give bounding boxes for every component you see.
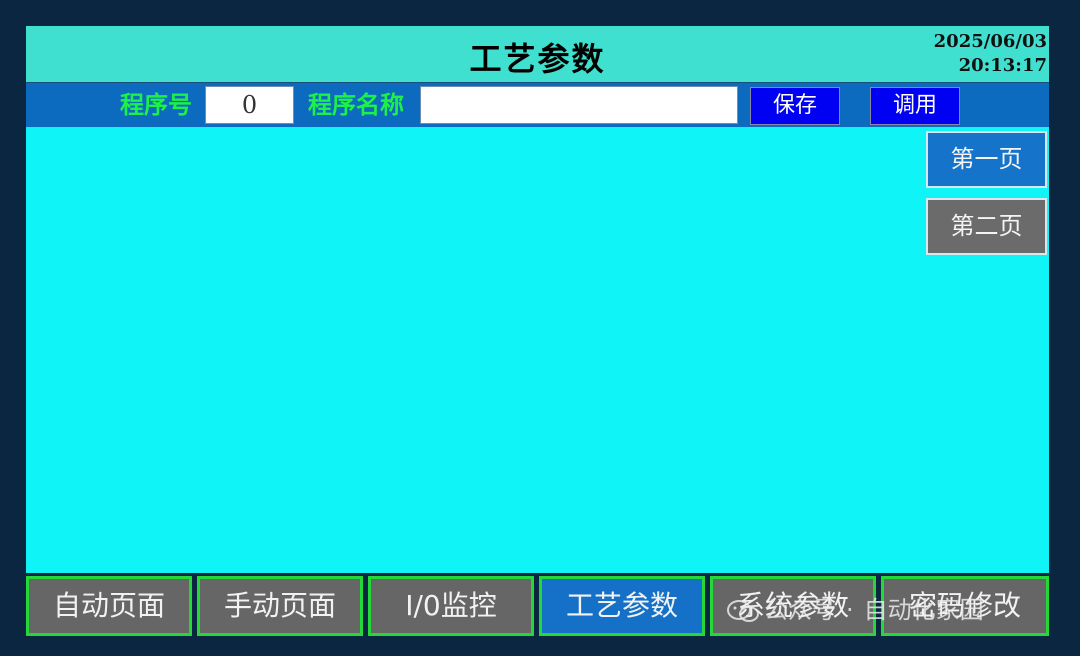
nav-password-change[interactable]: 密码修改 — [881, 576, 1049, 636]
nav-process-params[interactable]: 工艺参数 — [539, 576, 705, 636]
page-1-button[interactable]: 第一页 — [926, 131, 1047, 188]
bottom-navigation: 自动页面 手动页面 I/0监控 工艺参数 系统参数 密码修改 — [26, 573, 1049, 638]
page-title: 工艺参数 — [469, 40, 606, 78]
nav-system-params[interactable]: 系统参数 — [710, 576, 876, 636]
page-2-button[interactable]: 第二页 — [926, 198, 1047, 255]
nav-auto-page[interactable]: 自动页面 — [26, 576, 192, 636]
nav-io-monitor[interactable]: I/0监控 — [368, 576, 534, 636]
hmi-screen: 工艺参数 2025/06/03 20:13:17 程序号 0 程序名称 保存 调… — [26, 26, 1049, 638]
header-bar: 工艺参数 2025/06/03 20:13:17 — [26, 26, 1049, 84]
parameter-content-area: 第一页 第二页 — [26, 127, 1049, 573]
recall-button[interactable]: 调用 — [870, 87, 960, 125]
program-name-label: 程序名称 — [308, 91, 404, 119]
nav-manual-page[interactable]: 手动页面 — [197, 576, 363, 636]
datetime-display: 2025/06/03 20:13:17 — [934, 30, 1047, 78]
program-bar: 程序号 0 程序名称 保存 调用 — [26, 83, 1049, 127]
program-number-field[interactable]: 0 — [205, 86, 294, 124]
program-name-field[interactable] — [420, 86, 738, 124]
time-text: 20:13:17 — [958, 55, 1047, 76]
date-text: 2025/06/03 — [933, 31, 1047, 52]
program-number-label: 程序号 — [120, 91, 192, 119]
save-button[interactable]: 保存 — [750, 87, 840, 125]
